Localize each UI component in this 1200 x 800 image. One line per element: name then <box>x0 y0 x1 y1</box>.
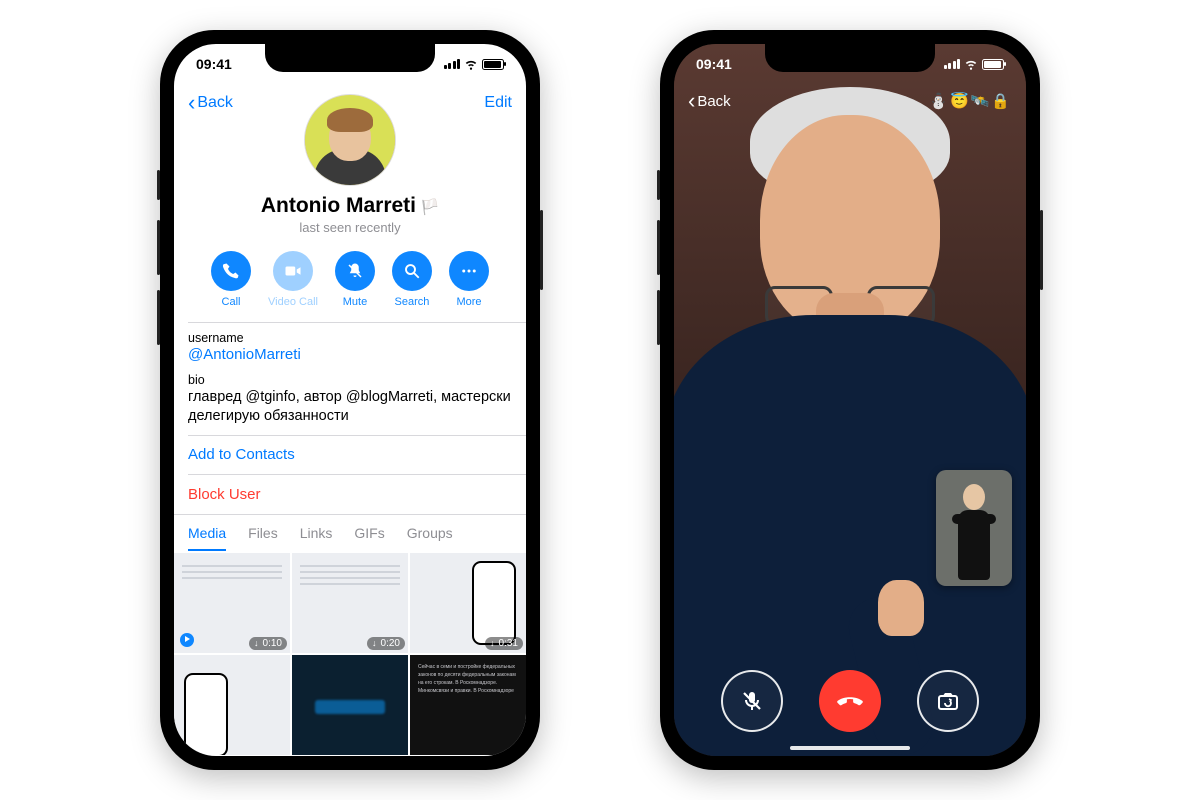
tab-files[interactable]: Files <box>248 525 278 551</box>
remote-video <box>674 44 1026 756</box>
flip-camera-button[interactable] <box>917 670 979 732</box>
call-controls <box>674 670 1026 732</box>
bio-label: bio <box>188 373 512 387</box>
cellular-icon <box>944 59 961 69</box>
quick-actions: Call Video Call Mute Search More <box>174 251 526 308</box>
phone-icon <box>222 262 240 280</box>
presence-text: last seen recently <box>174 220 526 235</box>
mute-mic-button[interactable] <box>721 670 783 732</box>
video-call-button[interactable]: Video Call <box>268 251 318 308</box>
tab-gifs[interactable]: GIFs <box>354 525 384 551</box>
wifi-icon <box>964 57 978 71</box>
phone-frame-profile: 09:41 ‹ Back Edit Antonio Marreti 🏳️ las… <box>160 30 540 770</box>
block-user-button[interactable]: Block User <box>174 475 526 514</box>
username-link[interactable]: @AntonioMarreti <box>188 346 512 363</box>
notch <box>765 44 935 72</box>
media-tabs: Media Files Links GIFs Groups <box>174 514 526 551</box>
screen-video-call: 09:41 ‹ Back ⛄😇🛰️🔒 <box>674 44 1026 756</box>
screen-profile: 09:41 ‹ Back Edit Antonio Marreti 🏳️ las… <box>174 44 526 756</box>
self-view[interactable] <box>936 470 1012 586</box>
media-item[interactable]: 0:10 <box>174 553 290 653</box>
play-icon <box>180 633 194 647</box>
bio-text: главред @tginfo, автор @blogMarreti, мас… <box>188 388 512 427</box>
profile-header: Antonio Marreti 🏳️ last seen recently Ca… <box>174 94 526 308</box>
tab-groups[interactable]: Groups <box>407 525 453 551</box>
wifi-icon <box>464 57 478 71</box>
end-call-button[interactable] <box>819 670 881 732</box>
phone-frame-call: 09:41 ‹ Back ⛄😇🛰️🔒 <box>660 30 1040 770</box>
mute-button[interactable]: Mute <box>335 251 375 308</box>
status-time: 09:41 <box>196 56 232 72</box>
info-section: username @AntonioMarreti bio главред @tg… <box>174 323 526 435</box>
back-button[interactable]: ‹ Back <box>688 90 731 112</box>
camera-flip-icon <box>936 689 960 713</box>
cellular-icon <box>444 59 461 69</box>
chevron-left-icon: ‹ <box>688 90 695 112</box>
media-duration: 0:31 <box>485 637 523 650</box>
call-nav: ‹ Back ⛄😇🛰️🔒 <box>674 84 1026 118</box>
video-icon <box>284 262 302 280</box>
media-grid: 0:10 0:20 0:31 Сейчас в семи и постройке… <box>174 551 526 755</box>
battery-icon <box>482 59 504 70</box>
call-button[interactable]: Call <box>211 251 251 308</box>
more-icon <box>460 262 478 280</box>
hangup-icon <box>835 686 865 716</box>
back-label: Back <box>697 93 730 110</box>
media-duration: 0:20 <box>367 637 405 650</box>
add-to-contacts-button[interactable]: Add to Contacts <box>174 435 526 474</box>
battery-icon <box>982 59 1004 70</box>
media-item[interactable] <box>292 655 408 755</box>
status-time: 09:41 <box>696 56 732 72</box>
home-indicator[interactable] <box>790 746 910 750</box>
tab-media[interactable]: Media <box>188 525 226 551</box>
notch <box>265 44 435 72</box>
media-item[interactable]: Сейчас в семи и постройке федеральных за… <box>410 655 526 755</box>
media-duration: 0:10 <box>249 637 287 650</box>
more-button[interactable]: More <box>449 251 489 308</box>
search-button[interactable]: Search <box>392 251 432 308</box>
avatar[interactable] <box>304 94 396 186</box>
encryption-emojis: ⛄😇🛰️🔒 <box>929 92 1012 110</box>
tab-links[interactable]: Links <box>300 525 333 551</box>
username-label: username <box>188 331 512 345</box>
name-emoji: 🏳️ <box>420 199 439 216</box>
media-item[interactable] <box>174 655 290 755</box>
mic-off-icon <box>740 689 764 713</box>
bell-off-icon <box>346 262 364 280</box>
media-item[interactable]: 0:20 <box>292 553 408 653</box>
media-item[interactable]: 0:31 <box>410 553 526 653</box>
contact-name: Antonio Marreti <box>261 194 416 217</box>
search-icon <box>403 262 421 280</box>
